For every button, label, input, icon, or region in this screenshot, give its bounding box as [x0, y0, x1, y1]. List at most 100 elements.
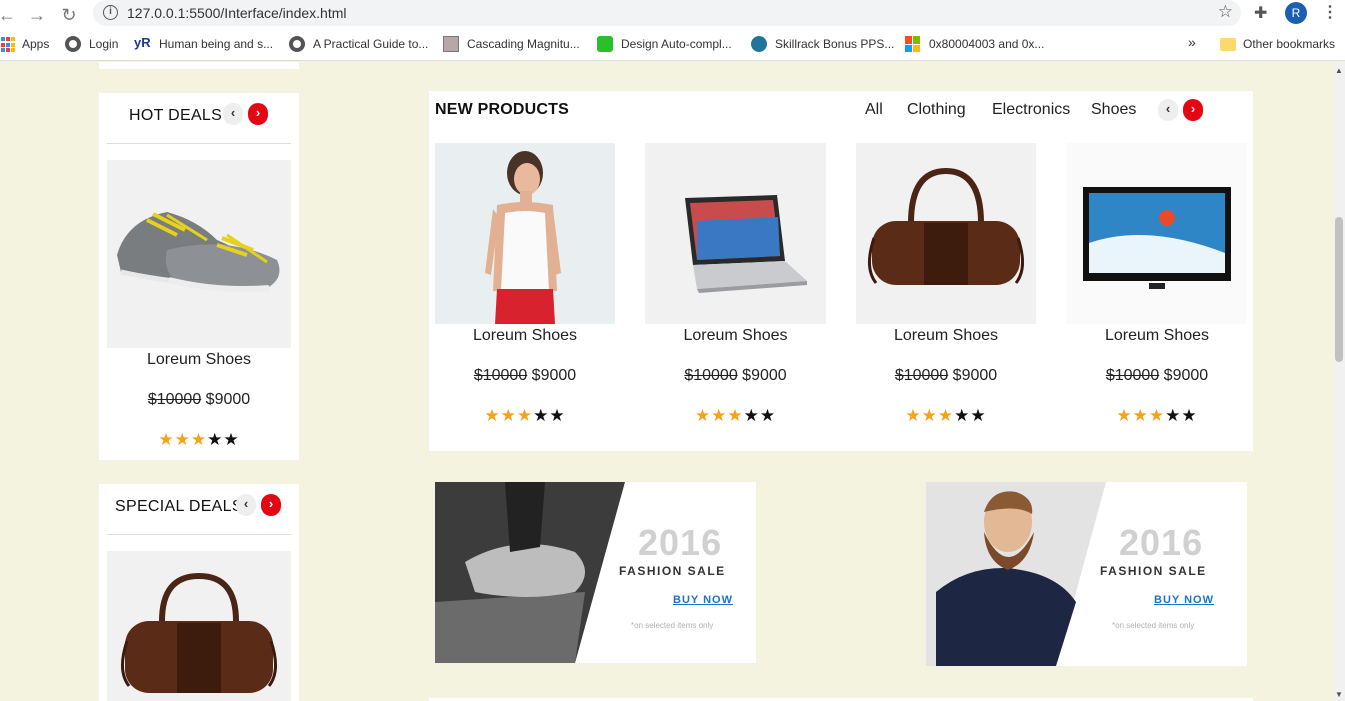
- bookmark-design-autocomplete[interactable]: Design Auto-compl...: [621, 37, 732, 51]
- special-deals-prev-button[interactable]: ‹: [236, 494, 256, 516]
- banner-buy-now-link[interactable]: BUY NOW: [673, 594, 733, 606]
- extensions-puzzle-icon[interactable]: ✚: [1254, 3, 1267, 23]
- windows-logo-icon: [905, 36, 921, 52]
- profile-avatar[interactable]: R: [1285, 2, 1307, 24]
- product-image-woman[interactable]: [435, 143, 615, 324]
- product-name[interactable]: Loreum Shoes: [435, 327, 615, 345]
- bookmark-apps[interactable]: Apps: [22, 37, 49, 51]
- star-empty-icon: ★: [223, 430, 240, 449]
- scroll-down-arrow-icon[interactable]: ▼: [1335, 690, 1343, 699]
- new-products-section: NEW PRODUCTS All Clothing Electronics Sh…: [429, 91, 1253, 451]
- hot-deals-title: HOT DEALS: [129, 107, 223, 124]
- old-price: $10000: [894, 367, 949, 384]
- special-deals-next-button[interactable]: ›: [261, 494, 281, 516]
- star-filled-icon: ★: [158, 430, 175, 449]
- star-empty-icon: ★: [743, 406, 760, 425]
- tab-electronics[interactable]: Electronics: [992, 101, 1070, 119]
- product-name[interactable]: Loreum Shoes: [99, 351, 299, 369]
- page-thumbnail-icon: [443, 36, 459, 52]
- bookmark-star-icon[interactable]: ☆: [1218, 2, 1233, 22]
- new-products-title: NEW PRODUCTS: [435, 101, 569, 118]
- bookmark-human-being[interactable]: Human being and s...: [159, 37, 273, 51]
- green-clock-icon: [597, 36, 613, 52]
- product-price: $10000 $9000: [99, 391, 299, 409]
- previous-widget-edge: [99, 62, 299, 69]
- star-filled-icon: ★: [727, 406, 744, 425]
- star-empty-icon: ★: [1165, 406, 1182, 425]
- hot-deals-header: HOT DEALS ‹ ›: [99, 93, 299, 137]
- hot-deals-next-button[interactable]: ›: [248, 103, 268, 125]
- star-filled-icon: ★: [921, 406, 938, 425]
- bookmarks-overflow-icon[interactable]: »: [1188, 34, 1196, 50]
- star-empty-icon: ★: [970, 406, 987, 425]
- star-filled-icon: ★: [937, 406, 955, 425]
- banner-sale-text: FASHION SALE: [1100, 564, 1207, 578]
- new-products-prev-button[interactable]: ‹: [1158, 99, 1178, 121]
- reload-icon[interactable]: ↻: [58, 4, 80, 26]
- tab-clothing[interactable]: Clothing: [907, 101, 966, 119]
- scroll-up-arrow-icon[interactable]: ▲: [1335, 66, 1343, 75]
- star-filled-icon: ★: [1148, 406, 1166, 425]
- bookmark-skillrack[interactable]: Skillrack Bonus PPS...: [775, 37, 894, 51]
- star-filled-icon: ★: [516, 406, 534, 425]
- product-image-leather-bag[interactable]: [856, 143, 1036, 324]
- star-filled-icon: ★: [1116, 406, 1133, 425]
- product-name[interactable]: Loreum Shoes: [856, 327, 1036, 345]
- special-deals-header: SPECIAL DEALS ‹ ›: [99, 484, 299, 528]
- other-bookmarks[interactable]: Other bookmarks: [1243, 37, 1335, 51]
- globe-icon: [65, 36, 81, 52]
- browser-toolbar: ← → ↻ i 127.0.0.1:5500/Interface/index.h…: [0, 0, 1345, 30]
- star-filled-icon: ★: [190, 430, 208, 449]
- page-content: HOT DEALS ‹ › Loreum Shoes $10000 $9000 …: [0, 62, 1345, 701]
- product-image-tv[interactable]: [1067, 143, 1247, 324]
- star-empty-icon: ★: [759, 406, 777, 425]
- bookmark-cascading[interactable]: Cascading Magnitu...: [467, 37, 580, 51]
- divider: [107, 534, 291, 535]
- star-filled-icon: ★: [905, 406, 922, 425]
- scrollbar-thumb[interactable]: [1335, 217, 1343, 362]
- bookmark-login[interactable]: Login: [89, 37, 118, 51]
- product-image-laptop[interactable]: [645, 143, 826, 324]
- star-filled-icon: ★: [711, 406, 728, 425]
- folder-icon: [1220, 38, 1236, 51]
- current-price: $9000: [531, 367, 577, 384]
- back-arrow-icon[interactable]: ←: [0, 4, 18, 26]
- star-empty-icon: ★: [549, 406, 566, 425]
- banner-note: *on selected items only: [1112, 621, 1195, 630]
- old-price: $10000: [147, 391, 202, 408]
- apps-grid-icon: [1, 37, 17, 53]
- fashion-sale-banner-man[interactable]: 2016 FASHION SALE BUY NOW *on selected i…: [926, 482, 1247, 666]
- product-name[interactable]: Loreum Shoes: [645, 327, 826, 345]
- fashion-sale-banner-shoes[interactable]: 2016 FASHION SALE BUY NOW *on selected i…: [435, 482, 756, 663]
- bookmark-practical-guide[interactable]: A Practical Guide to...: [313, 37, 428, 51]
- globe-icon: [289, 36, 305, 52]
- star-rating: ★★★★★: [1067, 406, 1247, 426]
- product-name[interactable]: Loreum Shoes: [1067, 327, 1247, 345]
- hot-deals-prev-button[interactable]: ‹: [223, 103, 243, 125]
- product-image-sneaker[interactable]: [107, 160, 291, 348]
- star-empty-icon: ★: [954, 406, 971, 425]
- hot-deals-widget: HOT DEALS ‹ › Loreum Shoes $10000 $9000 …: [99, 93, 299, 460]
- banner-sale-text: FASHION SALE: [619, 564, 726, 578]
- product-price: $10000 $9000: [856, 367, 1036, 385]
- forward-arrow-icon[interactable]: →: [26, 4, 48, 26]
- product-price: $10000 $9000: [1067, 367, 1247, 385]
- url-text[interactable]: 127.0.0.1:5500/Interface/index.html: [127, 5, 346, 21]
- page-scrollbar[interactable]: ▲ ▼: [1333, 62, 1345, 701]
- bookmarks-bar: Apps Login yR Human being and s... A Pra…: [0, 30, 1345, 61]
- bookmark-error-code[interactable]: 0x80004003 and 0x...: [929, 37, 1044, 51]
- browser-menu-icon[interactable]: ⋮: [1322, 2, 1338, 22]
- tab-all[interactable]: All: [865, 101, 883, 119]
- star-rating: ★★★★★: [856, 406, 1036, 426]
- current-price: $9000: [742, 367, 787, 384]
- old-price: $10000: [473, 367, 528, 384]
- info-icon[interactable]: i: [103, 5, 118, 20]
- address-bar[interactable]: i 127.0.0.1:5500/Interface/index.html ☆: [93, 0, 1241, 26]
- banner-buy-now-link[interactable]: BUY NOW: [1154, 594, 1214, 606]
- star-rating: ★★★★★: [645, 406, 826, 426]
- product-image-leather-bag[interactable]: [107, 551, 291, 701]
- current-price: $9000: [205, 391, 251, 408]
- tab-shoes[interactable]: Shoes: [1091, 101, 1136, 119]
- new-products-next-button[interactable]: ›: [1183, 99, 1203, 121]
- yr-logo-icon: yR: [134, 35, 151, 50]
